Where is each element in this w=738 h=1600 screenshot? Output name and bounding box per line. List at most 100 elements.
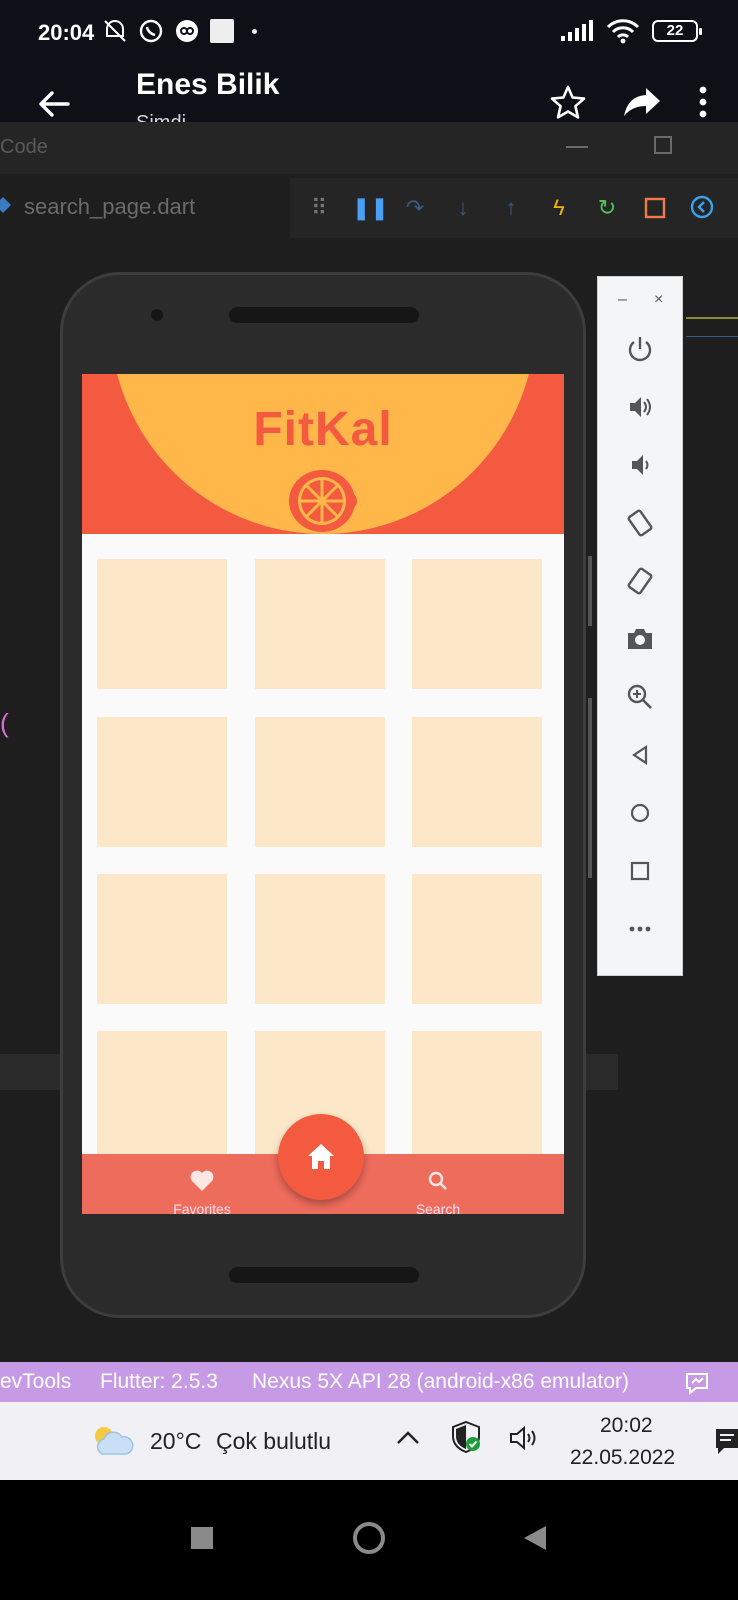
rotate-right-icon[interactable] [624, 565, 656, 597]
status-device[interactable]: Nexus 5X API 28 (android-x86 emulator) [252, 1370, 629, 1394]
grid-tile[interactable] [97, 1031, 227, 1161]
vscode-status-bar: evTools Flutter: 2.5.3 Nexus 5X API 28 (… [0, 1362, 738, 1402]
wifi-icon [606, 19, 640, 44]
home-icon [308, 1144, 334, 1169]
volume-down-icon[interactable] [624, 449, 656, 481]
volume-up-icon[interactable] [624, 391, 656, 423]
grid-tile[interactable] [255, 874, 385, 1004]
chat-app-bar: Enes Bilik Şimdi [0, 64, 738, 134]
android-navigation-bar [0, 1480, 738, 1600]
more-vert-icon[interactable] [698, 84, 708, 120]
weather-temperature[interactable]: 20°C [150, 1428, 201, 1455]
restart-icon: ↻ [597, 195, 617, 220]
back-icon[interactable] [624, 739, 656, 771]
grid-tile[interactable] [255, 559, 385, 689]
code-bracket: ( [0, 708, 9, 738]
phone-speaker-bottom [229, 1267, 419, 1283]
cloud-sun-icon[interactable] [90, 1422, 134, 1458]
window-minimize-icon [566, 146, 588, 148]
emulator-minimize-button[interactable]: – [618, 291, 627, 309]
status-icons-right: 22 [560, 18, 702, 44]
vscode-title: Code [0, 136, 48, 158]
home-circle-icon[interactable] [624, 797, 656, 829]
stop-icon [640, 193, 670, 223]
nav-favorites[interactable]: Favorites [142, 1170, 262, 1214]
volume-icon[interactable] [508, 1424, 542, 1452]
link-icon [176, 20, 198, 42]
share-icon[interactable] [622, 84, 662, 120]
emulator-toolbar: – × [597, 276, 683, 976]
nav-search[interactable]: Search [378, 1170, 498, 1214]
emulator-window-controls: – × [598, 291, 684, 311]
scrollbar[interactable] [588, 556, 592, 626]
zoom-icon[interactable] [624, 681, 656, 713]
taskbar-clock-time[interactable]: 20:02 [600, 1414, 653, 1438]
app-title: FitKal [253, 403, 393, 456]
nav-search-label: Search [415, 1201, 461, 1214]
status-icons-left [102, 18, 257, 44]
taskbar-clock-date[interactable]: 22.05.2022 [570, 1446, 675, 1470]
heart-icon [190, 1170, 214, 1191]
debug-toolbar: ⠿ ❚❚ ↷ ↓ ↑ ϟ ↻ [290, 178, 738, 238]
security-shield-icon[interactable] [450, 1420, 482, 1454]
grid-tile[interactable] [255, 717, 385, 847]
home-fab-button[interactable] [278, 1114, 364, 1200]
emulator-close-button[interactable]: × [654, 291, 663, 309]
editor-tab-label: search_page.dart [24, 194, 196, 219]
more-icon[interactable] [624, 913, 656, 945]
drag-handle-icon: ⠿ [310, 195, 328, 220]
home-button-icon[interactable] [349, 1518, 389, 1558]
step-over-icon: ↷ [405, 195, 425, 220]
dart-file-icon [0, 197, 11, 213]
notification-icon[interactable] [714, 1426, 738, 1456]
app-header: FitKal [82, 374, 564, 534]
whatsapp-icon [139, 19, 163, 43]
status-time: 20:04 [38, 20, 95, 45]
weather-description[interactable]: Çok bulutlu [216, 1428, 331, 1455]
pause-icon: ❚❚ [352, 195, 389, 220]
back-triangle-icon[interactable] [516, 1518, 556, 1558]
phone-speaker-top [229, 307, 419, 323]
chat-name[interactable]: Enes Bilik [136, 68, 279, 102]
power-icon[interactable] [624, 333, 656, 365]
lemon-icon [289, 470, 357, 532]
grid-tile[interactable] [97, 717, 227, 847]
battery-icon: 22 [652, 20, 702, 42]
search-icon [428, 1171, 447, 1190]
grid-tile[interactable] [97, 874, 227, 1004]
phone-emulator-frame: FitKal Favorites Search [60, 272, 586, 1318]
status-devtools[interactable]: evTools [0, 1370, 71, 1394]
grid-tile[interactable] [412, 559, 542, 689]
scrollbar[interactable] [588, 698, 592, 878]
grid-tile[interactable] [412, 1031, 542, 1161]
hot-reload-icon: ϟ [553, 195, 565, 220]
windows-taskbar: 20°C Çok bulutlu 20:02 22.05.2022 [0, 1402, 738, 1480]
signal-icon [561, 20, 593, 41]
window-restore-icon [654, 136, 672, 154]
camera-icon[interactable] [624, 623, 656, 655]
chevron-up-icon[interactable] [394, 1424, 422, 1452]
rotate-left-icon[interactable] [624, 507, 656, 539]
grid-tile[interactable] [97, 559, 227, 689]
back-arrow-icon[interactable] [34, 84, 74, 124]
grid-tile[interactable] [412, 874, 542, 1004]
shared-screenshot: Code search_page.dart ⠿ ❚❚ ↷ ↓ ↑ ϟ ↻ ( F… [0, 122, 738, 1480]
feedback-icon[interactable] [684, 1370, 710, 1396]
overview-icon[interactable] [624, 855, 656, 887]
nav-favorites-label: Favorites [173, 1201, 231, 1214]
devtools-icon [688, 193, 718, 223]
star-icon[interactable] [550, 84, 586, 120]
step-into-icon: ↓ [457, 195, 469, 220]
editor-guide-line [686, 336, 738, 337]
app-screen: FitKal Favorites Search [82, 374, 564, 1214]
grid-tile[interactable] [412, 717, 542, 847]
recents-icon[interactable] [182, 1518, 222, 1558]
status-flutter-version[interactable]: Flutter: 2.5.3 [100, 1370, 218, 1394]
android-status-bar: 20:04 22 [0, 0, 738, 64]
step-out-icon: ↑ [505, 195, 517, 220]
vscode-titlebar: Code [0, 122, 738, 174]
mute-icon [104, 20, 126, 42]
app-bar-actions [550, 84, 708, 120]
editor-guide-line [686, 317, 738, 319]
phone-camera [151, 309, 163, 321]
